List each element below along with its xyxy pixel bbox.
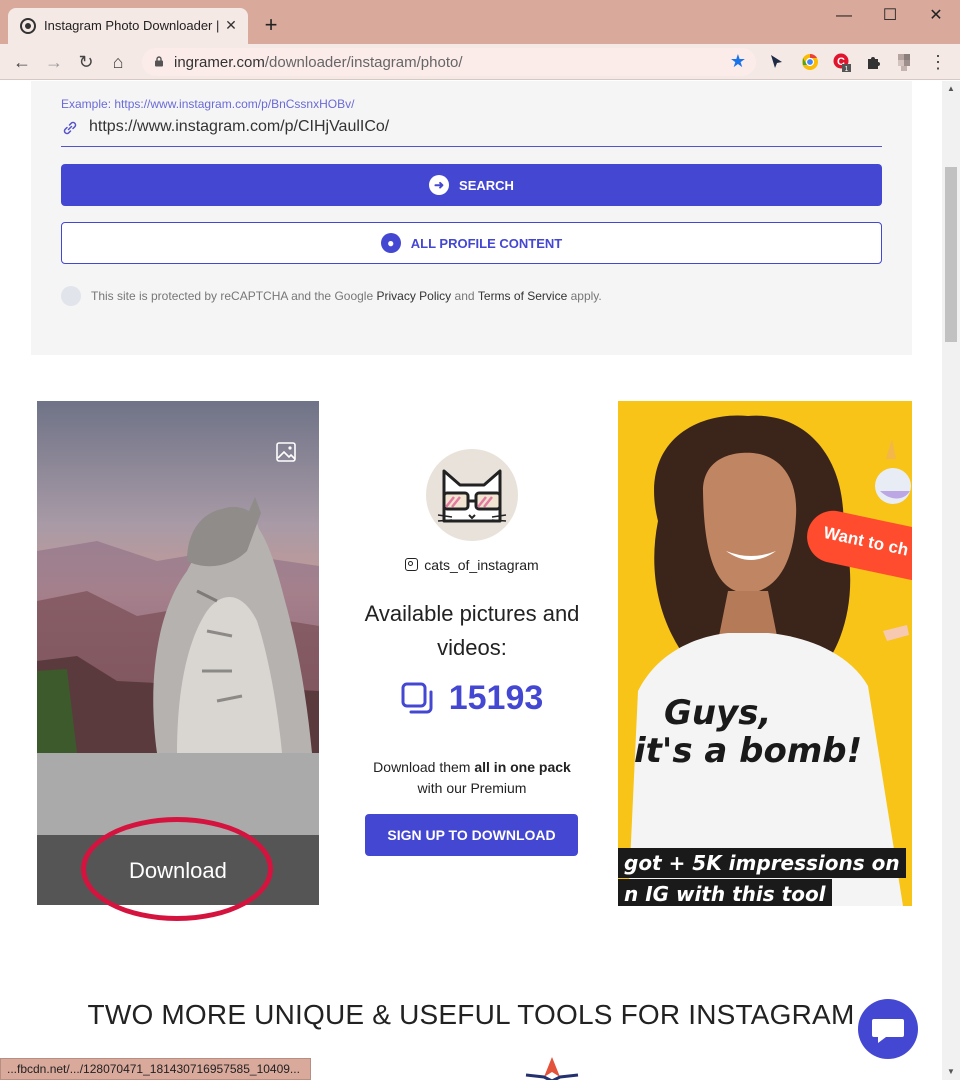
profile-lock-icon: ● xyxy=(380,233,401,253)
browser-tab[interactable]: Instagram Photo Downloader | ✕ xyxy=(8,8,248,44)
maximize-button[interactable]: ☐ xyxy=(870,4,910,28)
browser-toolbar: ← → ↻ ⌂ ingramer.com/downloader/instagra… xyxy=(0,44,960,80)
address-bar[interactable]: ingramer.com/downloader/instagram/photo/… xyxy=(142,48,756,76)
instagram-icon xyxy=(405,558,419,571)
gallery-icon xyxy=(401,682,433,713)
scrollbar-thumb[interactable] xyxy=(945,167,957,342)
photo-result-card: Download xyxy=(37,401,319,921)
all-profile-content-button[interactable]: ● ALL PROFILE CONTENT xyxy=(61,222,882,264)
terms-of-service-link[interactable]: Terms of Service xyxy=(478,289,567,303)
profile-avatar[interactable] xyxy=(426,449,518,541)
browser-menu-icon[interactable]: ⋮ xyxy=(924,48,952,76)
home-button[interactable]: ⌂ xyxy=(104,48,132,76)
privacy-policy-link[interactable]: Privacy Policy xyxy=(376,289,451,303)
all-profile-content-label: ALL PROFILE CONTENT xyxy=(410,235,563,251)
page-viewport: Example: https://www.instagram.com/p/BnC… xyxy=(0,81,942,1080)
arrow-right-icon: ➜ xyxy=(429,175,450,195)
ad-model-photo xyxy=(628,415,911,906)
recaptcha-logo-icon xyxy=(61,286,81,306)
premium-pack-text: Download them all in one pack with our P… xyxy=(373,759,571,796)
chat-widget-button[interactable] xyxy=(858,999,918,1059)
search-panel: Example: https://www.instagram.com/p/BnC… xyxy=(31,81,912,355)
svg-text:1: 1 xyxy=(845,66,849,72)
input-underline xyxy=(61,146,882,147)
forward-button[interactable]: → xyxy=(40,48,68,76)
page-scrollbar[interactable]: ▲ ▼ xyxy=(942,81,960,1080)
ad-subline-1: got + 5K impressions on xyxy=(618,848,906,878)
scroll-down-arrow-icon[interactable]: ▼ xyxy=(942,1064,960,1080)
instagram-username[interactable]: cats_of_instagram xyxy=(332,557,612,573)
ad-headline-2: it's a bomb! xyxy=(634,731,863,771)
profile-avatar-icon[interactable] xyxy=(896,52,916,72)
chrome-extension-icon[interactable] xyxy=(800,52,820,72)
chat-bubble-icon xyxy=(872,1019,904,1043)
ad-subline-2: n IG with this tool xyxy=(618,879,832,906)
tools-section-heading: TWO MORE UNIQUE & USEFUL TOOLS FOR INSTA… xyxy=(87,999,855,1030)
close-window-button[interactable]: ✕ xyxy=(916,4,956,28)
highlight-ellipse xyxy=(81,817,273,921)
reload-button[interactable]: ↻ xyxy=(72,48,100,76)
site-favicon-icon xyxy=(20,18,36,34)
ad-headline-1: Guys, xyxy=(664,693,772,733)
lock-icon xyxy=(155,56,163,67)
content-count-value: 15193 xyxy=(448,679,544,717)
advertisement-banner[interactable]: Want to ch Guys, it's a bomb! got + 5K i… xyxy=(618,401,912,906)
tab-strip: Instagram Photo Downloader | ✕ + — ☐ ✕ xyxy=(0,0,960,44)
scroll-up-arrow-icon[interactable]: ▲ xyxy=(942,81,960,97)
content-count: 15193 xyxy=(332,679,612,718)
image-type-icon xyxy=(276,442,296,462)
search-button[interactable]: ➜ SEARCH xyxy=(61,164,882,206)
cursor-extension-icon[interactable] xyxy=(766,52,786,72)
link-icon xyxy=(63,121,77,135)
minimize-button[interactable]: — xyxy=(824,4,864,28)
extensions-puzzle-icon[interactable] xyxy=(864,52,884,72)
tab-close-icon[interactable]: ✕ xyxy=(222,16,240,34)
tools-logo-icon xyxy=(525,1057,579,1080)
tab-title: Instagram Photo Downloader | xyxy=(44,18,220,33)
example-url-hint: Example: https://www.instagram.com/p/BnC… xyxy=(61,97,355,111)
recaptcha-notice: This site is protected by reCAPTCHA and … xyxy=(61,286,602,306)
link-status-bar: ...fbcdn.net/.../128070471_1814307169575… xyxy=(0,1058,311,1080)
address-url: ingramer.com/downloader/instagram/photo/ xyxy=(174,54,463,71)
available-content-title: Available pictures and videos: xyxy=(364,601,580,660)
sign-up-to-download-button[interactable]: SIGN UP TO DOWNLOAD xyxy=(365,814,578,856)
new-tab-button[interactable]: + xyxy=(258,12,284,38)
back-button[interactable]: ← xyxy=(8,48,36,76)
instagram-url-input[interactable] xyxy=(89,115,879,139)
search-button-label: SEARCH xyxy=(459,177,514,193)
adblock-extension-icon[interactable]: C1 xyxy=(832,52,852,72)
profile-info: cats_of_instagram Available pictures and… xyxy=(332,401,612,905)
bookmark-star-icon[interactable]: ★ xyxy=(730,51,746,72)
